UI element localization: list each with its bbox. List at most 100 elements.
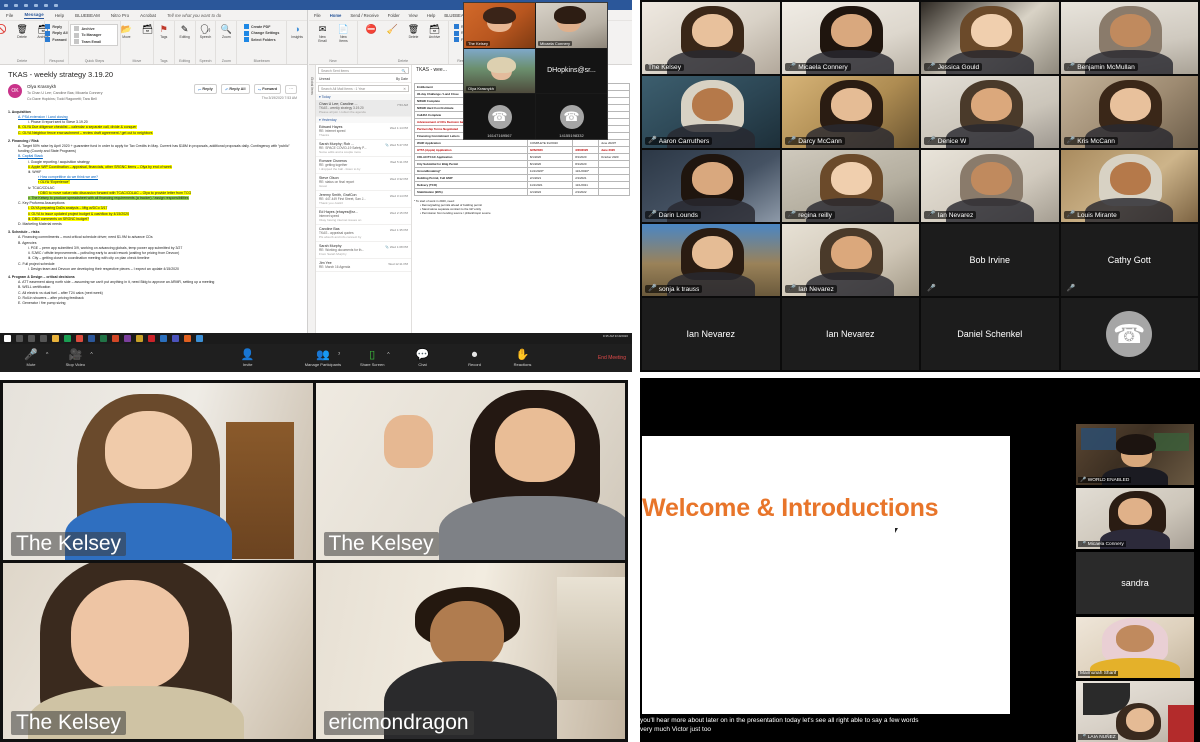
thumb-dhopkins[interactable]: DHopkins@sr... (536, 48, 607, 94)
filter-row[interactable]: Unread By Date (316, 76, 411, 83)
manage-participants-button[interactable]: 👥 7 Manage Participants (305, 349, 341, 367)
gallery4-tile-3[interactable]: ericmondragon (315, 562, 625, 739)
chrome-icon[interactable] (76, 335, 83, 342)
explorer-icon[interactable] (52, 335, 59, 342)
ribbon-tab-acrobat[interactable]: Acrobat (140, 13, 156, 18)
share-options-caret-icon[interactable]: ^ (387, 352, 389, 358)
select-folders-button[interactable]: Select Folders (244, 37, 279, 42)
reply-all-button[interactable]: Reply All (45, 30, 68, 36)
mail-action-buttons[interactable]: ↩ Reply ↶ Reply All ↪ Forward ··· (193, 84, 297, 94)
record-button[interactable]: ⏺ Record (460, 349, 490, 367)
chat-button[interactable]: 💬 Chat (408, 349, 438, 367)
powerpoint-icon[interactable] (112, 335, 119, 342)
side-tile-world-enabled[interactable]: 🎤 WORLD ENABLED (1076, 424, 1194, 486)
presentation-sidebar-thumbs[interactable]: 🎤 WORLD ENABLED 🎤 Micaela Connery sandra… (1076, 424, 1194, 742)
gallery-tile[interactable]: Cathy Gott 🎤 (1060, 224, 1198, 296)
forward-button[interactable]: Forward (45, 37, 67, 42)
stop-video-button[interactable]: 🎥 Stop Video (60, 349, 90, 367)
ribbon-tab-file[interactable]: File (6, 13, 13, 18)
ribbon-tab-bluebeam[interactable]: BLUEBEAM (75, 13, 100, 18)
mid-tab-help[interactable]: Help (427, 13, 436, 18)
side-tile-maimunah-sharif[interactable]: Maimunah Sharif (1076, 616, 1194, 678)
new-items-button[interactable]: 📄 New Items (335, 24, 352, 43)
ribbon-tab-nitropro[interactable]: Nitro Pro (111, 13, 129, 18)
thumb-phone-1[interactable]: ☎ 16147169567 (464, 94, 535, 139)
message-list-item[interactable]: Romare Cisneros RE: getting together I dro… (316, 157, 411, 174)
gallery-tile[interactable]: The Kelsey (642, 2, 780, 74)
gallery-tile[interactable]: 🎤 Denice W (921, 76, 1059, 148)
new-email-button[interactable]: ✉ New Email (314, 24, 331, 43)
mail-reply-button[interactable]: ↩ Reply (193, 84, 217, 94)
sort-by[interactable]: By Date (396, 77, 408, 81)
onenote-icon[interactable] (124, 335, 131, 342)
gallery-tile[interactable]: 🎤 Darcy McCann (781, 76, 919, 148)
gallery-tile[interactable]: ☎ (1060, 298, 1198, 370)
edge-icon[interactable] (64, 335, 71, 342)
speech-button[interactable]: 🗣 Speech (197, 24, 214, 39)
tags-button[interactable]: ⚑ Tags (155, 24, 172, 39)
ribbon-tab-strip[interactable]: File Message Help BLUEBEAM Nitro Pro Acr… (0, 10, 307, 21)
editing-button[interactable]: ✎ Editing (176, 24, 193, 39)
cortana-icon[interactable] (28, 335, 35, 342)
tell-me-box[interactable]: Tell me what you want to do (167, 13, 221, 18)
gallery-tile[interactable]: Ian Nevarez (642, 298, 780, 370)
word-icon[interactable] (88, 335, 95, 342)
move-button[interactable]: 📂 Move (118, 24, 135, 39)
thumb-phone-2[interactable]: ☎ 14155198332 (536, 94, 607, 139)
ribbon-tab-help[interactable]: Help (55, 13, 64, 18)
message-list[interactable]: Search Sent Items 🔍 Unread By Date Searc… (316, 65, 412, 344)
acrobat-icon[interactable] (148, 335, 155, 342)
ignore-button[interactable]: 🚫 (0, 24, 10, 34)
gallery-tile[interactable]: 🎤 regina reilly (781, 150, 919, 222)
gallery-tile[interactable]: 🎤 Micaela Connery (781, 2, 919, 74)
gallery4-tile-0[interactable]: The Kelsey (3, 383, 313, 560)
zoom-thumbnail-strip[interactable]: The Kelsey Micaela Connery Olya Krasnykh… (463, 2, 608, 140)
thumb-micaela-connery[interactable]: Micaela Connery (536, 3, 607, 48)
zoom-taskbar-icon[interactable] (184, 335, 191, 342)
video-options-caret-icon[interactable]: ^ (90, 352, 92, 358)
message-list-item[interactable]: Caroline Bas TKAS - appraisal quotes Pls a… (316, 225, 411, 242)
end-meeting-button[interactable]: End Meeting (598, 355, 626, 361)
gallery-tile[interactable]: Daniel Schenkel (921, 298, 1059, 370)
windows-taskbar[interactable]: 9:35 AM 3/19/2020 (0, 333, 632, 344)
mid-tab-file[interactable]: File (314, 13, 321, 18)
gallery-tile[interactable]: 🎤 Benjamin McMullan (1060, 2, 1198, 74)
mid-clean-button[interactable]: 🧹 (384, 24, 401, 34)
folder-rail[interactable]: Global Items (309, 65, 316, 344)
gallery-tile[interactable]: 🎤 Ian Nevarez (781, 224, 919, 296)
teams-icon[interactable] (172, 335, 179, 342)
gallery-tile[interactable]: Ian Nevarez (781, 298, 919, 370)
bluebeam-icon[interactable] (136, 335, 143, 342)
gallery-tile[interactable]: 🎤 sonja k trauss (642, 224, 780, 296)
start-icon[interactable] (4, 335, 11, 342)
mid-tab-folder[interactable]: Folder (388, 13, 400, 18)
gallery-tile[interactable]: 🎤 Jessica Gould (921, 2, 1059, 74)
mail-forward-button[interactable]: ↪ Forward (253, 84, 282, 94)
zoom-button[interactable]: 🔍 Zoom (218, 24, 235, 39)
quick-step-to-manager[interactable]: To Manager (74, 32, 114, 38)
outlook-taskbar-icon[interactable] (160, 335, 167, 342)
mid-tab-view[interactable]: View (409, 13, 418, 18)
message-list-item[interactable]: Chan U Lee; Caroline ... TKAS - weekly st… (316, 100, 411, 117)
zoom-meeting-toolbar[interactable]: 🎤 Mute ^ 🎥 Stop Video ^ 👤 Invite 👥 7 Man… (0, 344, 632, 372)
reactions-button[interactable]: ✋ Reactions (508, 349, 538, 367)
mid-archive-button[interactable]: 🗃 Archive (426, 24, 443, 39)
message-list-item[interactable]: Jim Yee RE: March 16 Agenda Wed 12:11 PM (316, 259, 411, 272)
gallery-tile[interactable]: 🎤 Darin Lounds (642, 150, 780, 222)
side-tile-micaela-connery[interactable]: 🎤 Micaela Connery (1076, 488, 1194, 550)
thumb-the-kelsey[interactable]: The Kelsey (464, 3, 535, 48)
quick-step-team-email[interactable]: Team Email (74, 39, 114, 44)
zoom-gallery-20[interactable]: The Kelsey 🎤 Micaela Connery 🎤 Jessica Gould… (640, 0, 1200, 372)
zoom-gallery-4[interactable]: The Kelsey The Kelsey The Kelsey ericmon… (0, 380, 628, 742)
taskview-icon[interactable] (40, 335, 47, 342)
excel-icon[interactable] (100, 335, 107, 342)
quick-step-archive[interactable]: Archive (74, 26, 114, 31)
unread-filter[interactable]: Unread (319, 77, 330, 81)
gallery-tile[interactable]: 🎤 Kris McCann (1060, 76, 1198, 148)
search-sent-items[interactable]: Search Sent Items 🔍 (318, 67, 409, 74)
gallery4-tile-2[interactable]: The Kelsey (3, 562, 313, 739)
thumb-olya-krasnykh[interactable]: Olya Krasnykh (464, 48, 535, 94)
insights-button[interactable]: ◑ Insights (289, 24, 306, 39)
gallery-tile[interactable]: 🎤 Aaron Carruthers (642, 76, 780, 148)
mail-reply-all-button[interactable]: ↶ Reply All (220, 84, 250, 94)
